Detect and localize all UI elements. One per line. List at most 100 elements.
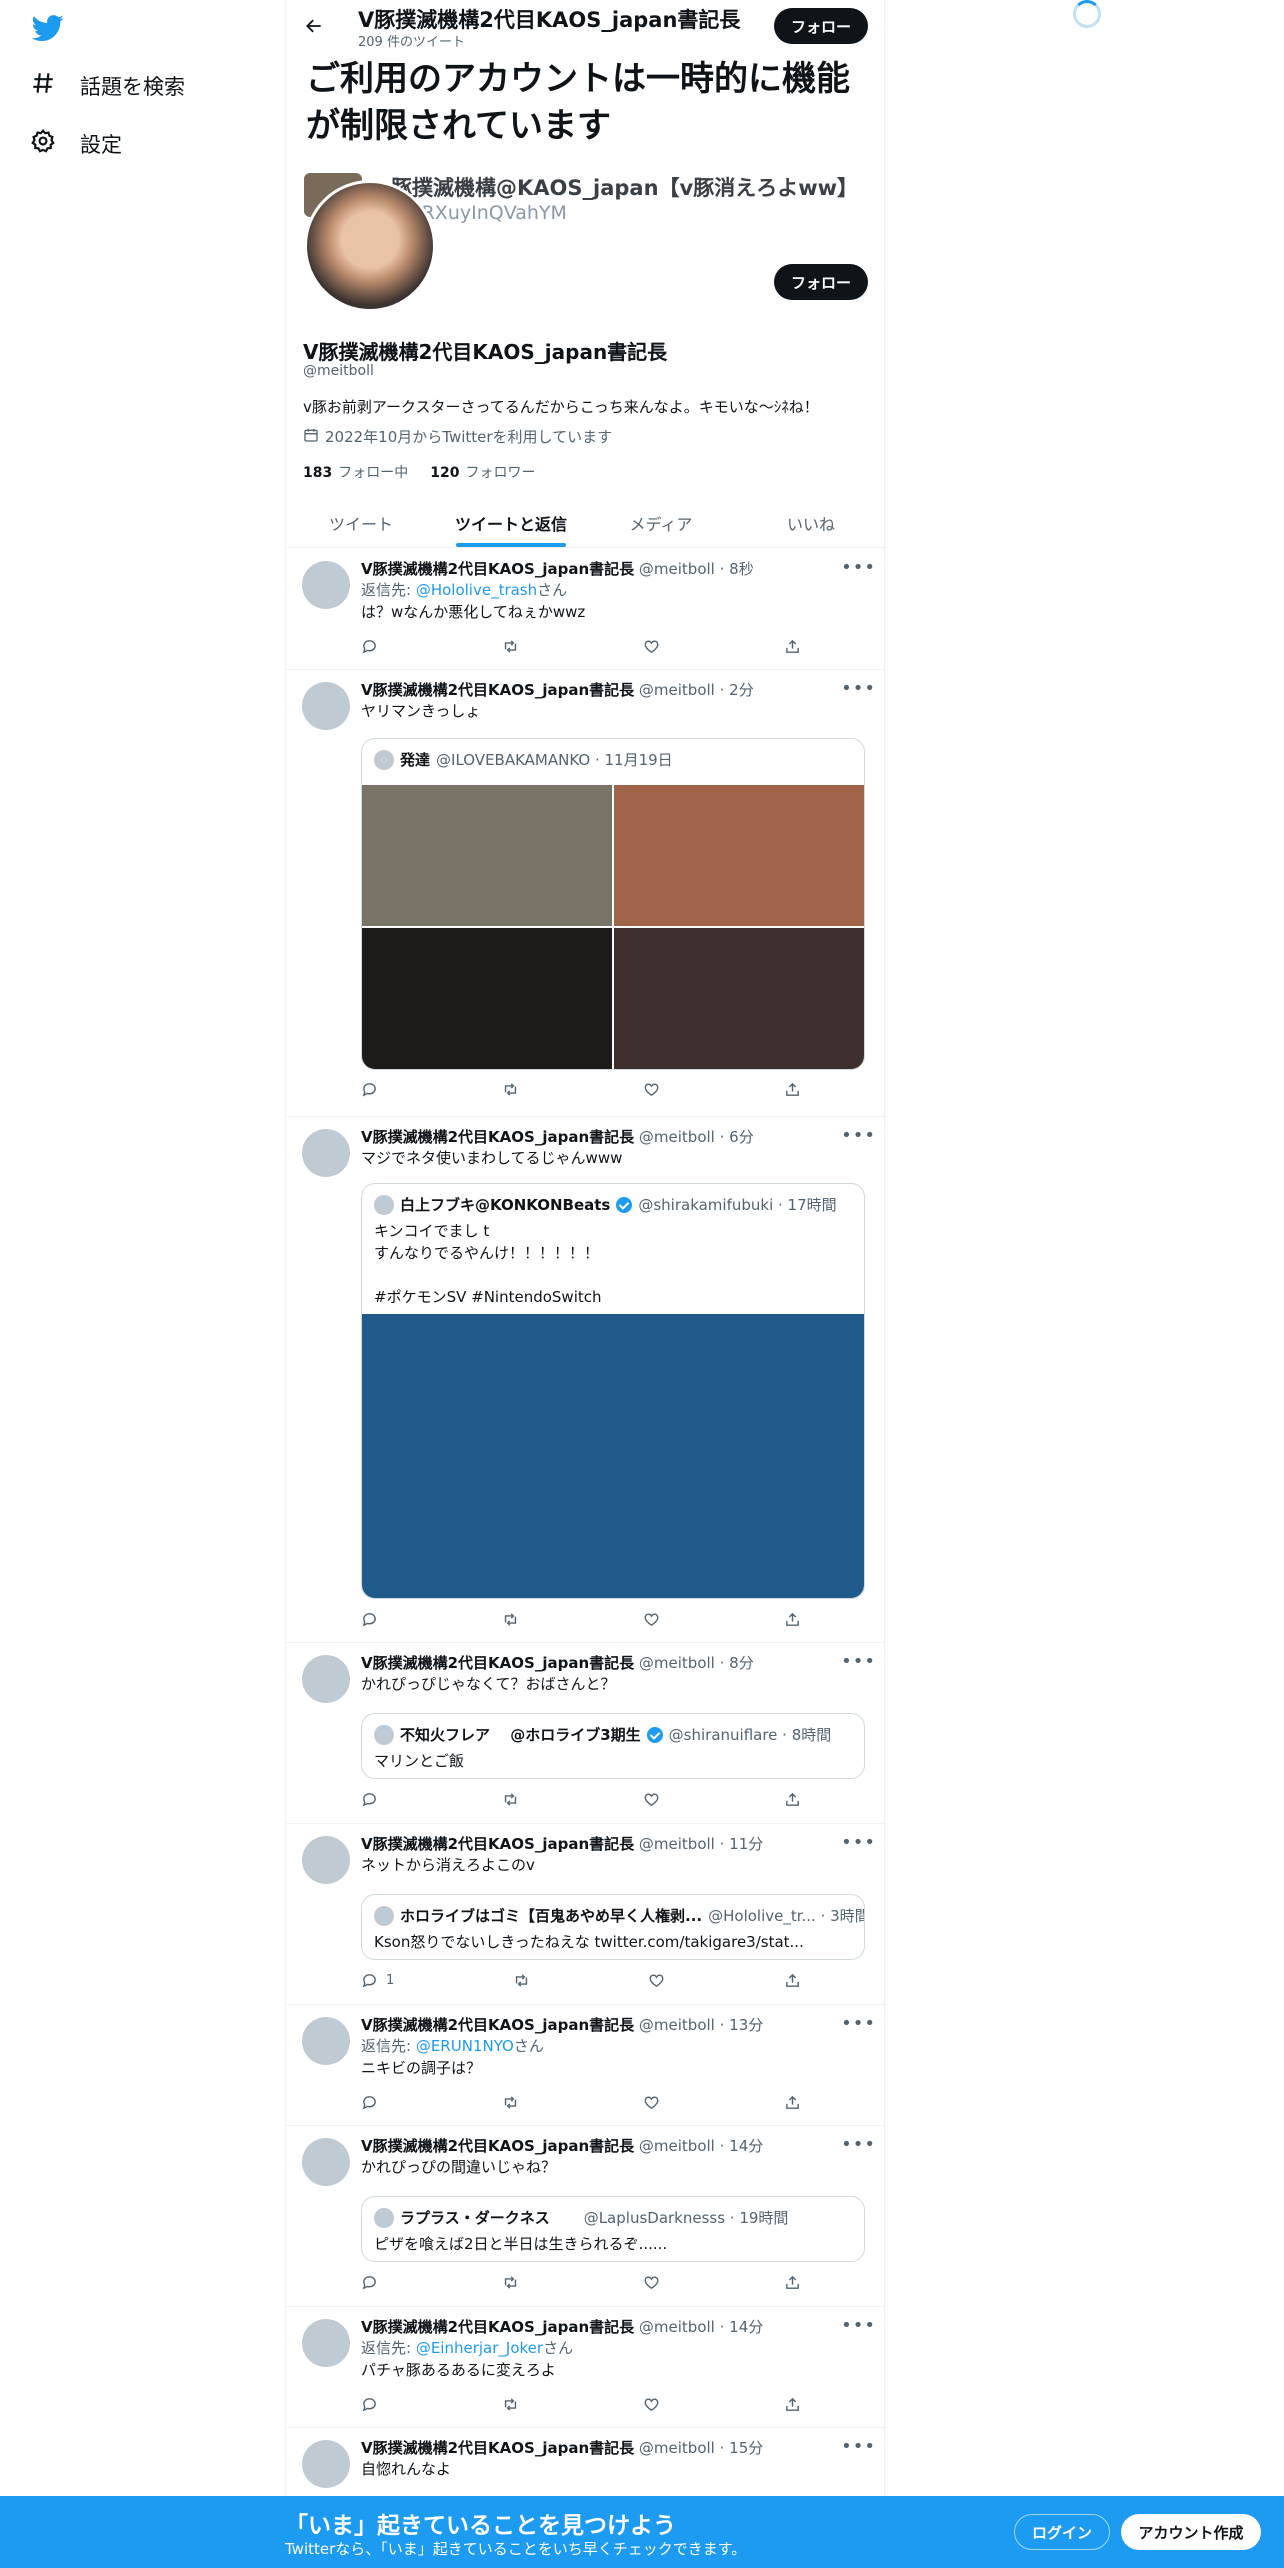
retweet-button[interactable] bbox=[502, 2396, 519, 2413]
like-button[interactable] bbox=[643, 638, 660, 655]
tweet-author-name[interactable]: V豚撲滅機構2代目KAOS_japan書記長 bbox=[361, 2439, 634, 2457]
like-button[interactable] bbox=[643, 1611, 660, 1628]
share-button[interactable] bbox=[784, 2094, 801, 2111]
tweet[interactable]: ••• V豚撲滅機構2代目KAOS_japan書記長 @meitboll · 1… bbox=[286, 2307, 886, 2428]
reply-icon bbox=[362, 640, 376, 654]
tweet[interactable]: ••• V豚撲滅機構2代目KAOS_japan書記長 @meitboll · 1… bbox=[286, 2005, 886, 2126]
avatar[interactable] bbox=[302, 2138, 350, 2186]
share-button[interactable] bbox=[784, 1972, 801, 1989]
quoted-tweet[interactable]: 発達 @ILOVEBAKAMANKO · 11月19日 bbox=[361, 738, 865, 1070]
media-image[interactable] bbox=[614, 785, 864, 926]
tweet-author-name[interactable]: V豚撲滅機構2代目KAOS_japan書記長 bbox=[361, 2318, 634, 2336]
reply-button[interactable] bbox=[361, 2396, 378, 2413]
quote-meta: @shiranuiflare · 8時間 bbox=[668, 1726, 832, 1744]
following-stat[interactable]: 183 フォロー中 bbox=[303, 462, 408, 482]
tweet-author-name[interactable]: V豚撲滅機構2代目KAOS_japan書記長 bbox=[361, 560, 634, 578]
tab-tweets[interactable]: ツイート bbox=[286, 498, 436, 547]
tweet-author-name[interactable]: V豚撲滅機構2代目KAOS_japan書記長 bbox=[361, 2016, 634, 2034]
tweet-actions bbox=[361, 2094, 801, 2111]
quoted-tweet[interactable]: 不知火フレア @ホロライブ3期生 @shiranuiflare · 8時間 マリン… bbox=[361, 1713, 865, 1779]
share-button[interactable] bbox=[784, 2396, 801, 2413]
avatar[interactable] bbox=[302, 2440, 350, 2488]
like-button[interactable] bbox=[643, 1791, 660, 1808]
twitter-logo-icon[interactable] bbox=[30, 12, 66, 44]
reply-to-link[interactable]: @ERUN1NYO bbox=[416, 2037, 514, 2055]
share-button[interactable] bbox=[784, 2274, 801, 2291]
reply-to-link[interactable]: @Einherjar_Joker bbox=[416, 2339, 543, 2357]
share-button[interactable] bbox=[784, 1611, 801, 1628]
reply-button[interactable]: 1 bbox=[361, 1972, 394, 1989]
reply-icon bbox=[362, 1083, 376, 1097]
tweet[interactable]: ••• V豚撲滅機構2代目KAOS_japan書記長 @meitboll · 6… bbox=[286, 1117, 886, 1643]
reply-button[interactable] bbox=[361, 2274, 378, 2291]
avatar[interactable] bbox=[302, 561, 350, 609]
reply-button[interactable] bbox=[361, 638, 378, 655]
tweet-actions bbox=[361, 638, 801, 655]
back-arrow-icon[interactable] bbox=[300, 12, 328, 40]
retweet-button[interactable] bbox=[502, 2094, 519, 2111]
tab-likes[interactable]: いいね bbox=[736, 498, 886, 547]
quote-author-name: 白上フブキ@KONKONBeats bbox=[400, 1196, 611, 1214]
quoted-tweet[interactable]: 白上フブキ@KONKONBeats @shirakamifubuki · 17時間… bbox=[361, 1183, 865, 1599]
media-image[interactable] bbox=[362, 1314, 864, 1598]
reply-to-link[interactable]: @Hololive_trash bbox=[416, 581, 537, 599]
retweet-button[interactable] bbox=[513, 1972, 530, 1989]
followers-stat[interactable]: 120 フォロワー bbox=[430, 462, 535, 482]
tweet[interactable]: ••• V豚撲滅機構2代目KAOS_japan書記長 @meitboll · 1… bbox=[286, 1824, 886, 2005]
tweet-author-name[interactable]: V豚撲滅機構2代目KAOS_japan書記長 bbox=[361, 1128, 634, 1146]
signup-button[interactable]: アカウント作成 bbox=[1121, 2514, 1261, 2550]
avatar[interactable] bbox=[302, 1836, 350, 1884]
tweet[interactable]: ••• V豚撲滅機構2代目KAOS_japan書記長 @meitboll · 2… bbox=[286, 670, 886, 1117]
tab-media[interactable]: メディア bbox=[586, 498, 736, 547]
nav-settings[interactable]: 設定 bbox=[30, 128, 122, 159]
retweet-button[interactable] bbox=[502, 1611, 519, 1628]
like-icon bbox=[644, 2096, 659, 2110]
tweet-author-name[interactable]: V豚撲滅機構2代目KAOS_japan書記長 bbox=[361, 681, 634, 699]
reply-button[interactable] bbox=[361, 1081, 378, 1098]
retweet-button[interactable] bbox=[502, 2274, 519, 2291]
quoted-tweet[interactable]: ラプラス・ダークネス @LaplusDarknesss · 19時間 ピザを喰えば… bbox=[361, 2196, 865, 2262]
tweet-author-name[interactable]: V豚撲滅機構2代目KAOS_japan書記長 bbox=[361, 1654, 634, 1672]
tweet-text: 自惚れんなよ bbox=[361, 2460, 452, 2478]
quote-author-name: 不知火フレア @ホロライブ3期生 bbox=[400, 1726, 641, 1744]
header-follow-button[interactable]: フォロー bbox=[774, 8, 868, 44]
like-button[interactable] bbox=[643, 2274, 660, 2291]
tweet-author-name[interactable]: V豚撲滅機構2代目KAOS_japan書記長 bbox=[361, 1835, 634, 1853]
quote-author-name: 発達 bbox=[400, 751, 431, 769]
avatar[interactable] bbox=[302, 1129, 350, 1177]
like-icon bbox=[644, 2276, 659, 2290]
retweet-button[interactable] bbox=[502, 638, 519, 655]
share-button[interactable] bbox=[784, 1791, 801, 1808]
reply-button[interactable] bbox=[361, 1611, 378, 1628]
reply-context: 返信先: @Hololive_trashさん bbox=[361, 581, 568, 599]
share-button[interactable] bbox=[784, 638, 801, 655]
like-button[interactable] bbox=[648, 1972, 665, 1989]
tab-tweets-and-replies[interactable]: ツイートと返信 bbox=[436, 498, 586, 547]
tweet[interactable]: ••• V豚撲滅機構2代目KAOS_japan書記長 @meitboll · 8… bbox=[286, 1643, 886, 1824]
avatar[interactable] bbox=[302, 1655, 350, 1703]
avatar[interactable] bbox=[302, 2319, 350, 2367]
quote-meta: @Hololive_tr... · 3時間 bbox=[708, 1907, 865, 1925]
tweet[interactable]: ••• V豚撲滅機構2代目KAOS_japan書記長 @meitboll · 1… bbox=[286, 2126, 886, 2307]
reply-button[interactable] bbox=[361, 2094, 378, 2111]
login-button[interactable]: ログイン bbox=[1014, 2514, 1110, 2550]
tweet[interactable]: ••• V豚撲滅機構2代目KAOS_japan書記長 @meitboll · 8… bbox=[286, 549, 886, 670]
retweet-button[interactable] bbox=[502, 1791, 519, 1808]
media-image[interactable] bbox=[362, 928, 612, 1069]
media-image[interactable] bbox=[614, 928, 864, 1069]
quoted-tweet[interactable]: ホロライブはゴミ【百鬼あやめ早く人権剥... @Hololive_tr... · … bbox=[361, 1894, 865, 1960]
tweet-author-name[interactable]: V豚撲滅機構2代目KAOS_japan書記長 bbox=[361, 2137, 634, 2155]
nav-explore[interactable]: 話題を検索 bbox=[30, 70, 185, 101]
media-image[interactable] bbox=[362, 785, 612, 926]
like-button[interactable] bbox=[643, 1081, 660, 1098]
tweet-meta: @meitboll · 2分 bbox=[638, 681, 754, 699]
avatar[interactable] bbox=[302, 682, 350, 730]
retweet-button[interactable] bbox=[502, 1081, 519, 1098]
reply-button[interactable] bbox=[361, 1791, 378, 1808]
profile-avatar[interactable] bbox=[304, 180, 436, 312]
share-button[interactable] bbox=[784, 1081, 801, 1098]
like-button[interactable] bbox=[643, 2396, 660, 2413]
like-button[interactable] bbox=[643, 2094, 660, 2111]
profile-follow-button[interactable]: フォロー bbox=[774, 264, 868, 300]
avatar[interactable] bbox=[302, 2017, 350, 2065]
